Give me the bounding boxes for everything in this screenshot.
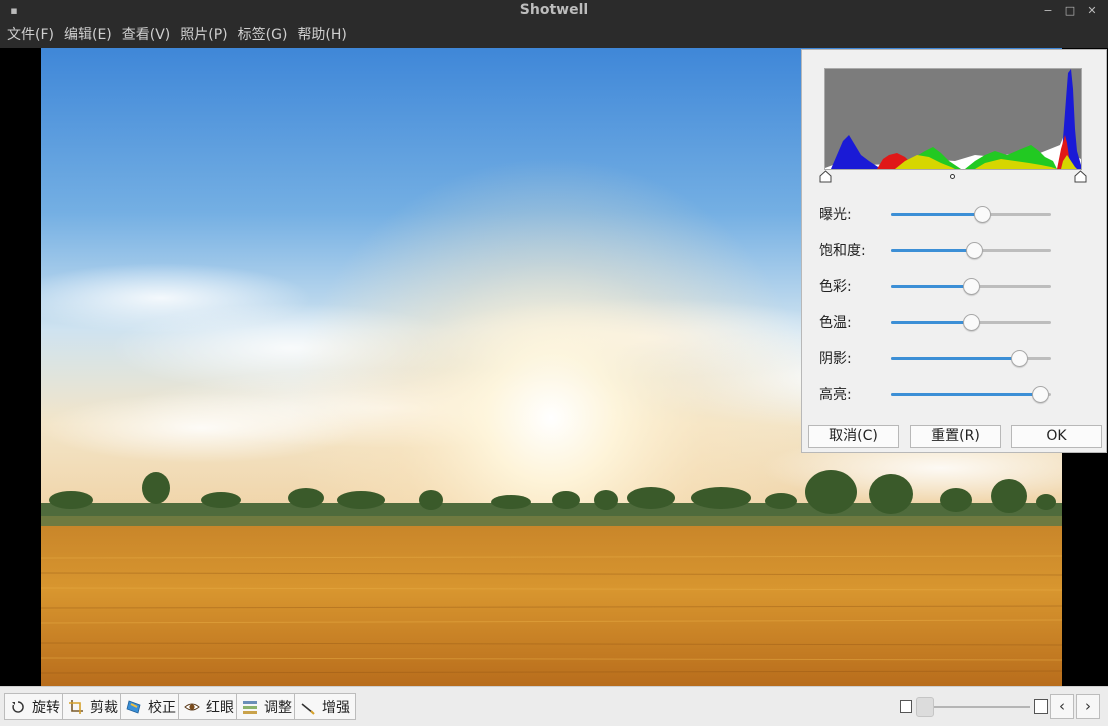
adjust-icon — [243, 700, 257, 714]
zoom-slider-thumb[interactable] — [916, 697, 934, 717]
adjust-label: 调整 — [264, 699, 292, 716]
tint-slider[interactable] — [891, 278, 1051, 295]
zoom-control — [896, 695, 1052, 719]
shadows-label: 阴影: — [819, 351, 852, 367]
tint-slider-fill — [891, 285, 971, 288]
tint-slider-thumb[interactable] — [963, 278, 980, 295]
temperature-slider[interactable] — [891, 314, 1051, 331]
menu-file[interactable]: 文件(F) — [2, 22, 59, 48]
minimize-button[interactable]: − — [1040, 3, 1056, 19]
histogram-left-handle-icon[interactable] — [819, 170, 832, 183]
saturation-slider[interactable] — [891, 242, 1051, 259]
shadows-slider-row: 阴影: — [819, 346, 1069, 370]
bottom-toolbar: 旋转 剪裁 校正 红眼 调整 增强 ‹ › — [0, 686, 1108, 726]
redeye-label: 红眼 — [206, 699, 234, 716]
previous-photo-button[interactable]: ‹ — [1050, 694, 1074, 719]
enhance-label: 增强 — [322, 699, 350, 716]
saturation-slider-thumb[interactable] — [966, 242, 984, 259]
ok-button[interactable]: OK — [1011, 425, 1102, 448]
crop-icon — [69, 699, 83, 714]
straighten-button[interactable]: 校正 — [120, 693, 182, 720]
menu-view[interactable]: 查看(V) — [117, 22, 176, 48]
highlights-slider-row: 高亮: — [819, 382, 1069, 406]
next-photo-button[interactable]: › — [1076, 694, 1100, 719]
exposure-slider-fill — [891, 213, 983, 216]
saturation-slider-row: 饱和度: — [819, 238, 1069, 262]
menu-edit[interactable]: 编辑(E) — [59, 22, 117, 48]
zoom-out-icon[interactable] — [900, 700, 912, 713]
straighten-icon — [126, 699, 141, 714]
close-button[interactable]: ✕ — [1084, 3, 1100, 19]
eye-icon — [184, 703, 200, 710]
highlights-slider-thumb[interactable] — [1031, 386, 1049, 403]
shadows-slider[interactable] — [891, 350, 1051, 367]
highlights-slider[interactable] — [891, 386, 1051, 403]
redeye-button[interactable]: 红眼 — [178, 693, 240, 720]
magic-wand-icon — [301, 702, 315, 715]
panel-button-row: 取消(C) 重置(R) OK — [808, 425, 1102, 449]
rotate-label: 旋转 — [32, 699, 60, 716]
adjust-panel: 曝光: 饱和度: 色彩: 色温: 阴影: 高亮: 取消(C) 重置(R) OK — [801, 49, 1107, 453]
straighten-label: 校正 — [148, 699, 176, 716]
crop-label: 剪裁 — [90, 699, 118, 716]
exposure-label: 曝光: — [819, 207, 852, 223]
cancel-button[interactable]: 取消(C) — [808, 425, 899, 448]
tint-slider-row: 色彩: — [819, 274, 1069, 298]
saturation-label: 饱和度: — [819, 243, 866, 259]
adjust-button[interactable]: 调整 — [236, 693, 298, 720]
crop-button[interactable]: 剪裁 — [62, 693, 124, 720]
zoom-in-icon[interactable] — [1034, 699, 1048, 714]
temperature-slider-row: 色温: — [819, 310, 1069, 334]
enhance-button[interactable]: 增强 — [294, 693, 356, 720]
rotate-icon — [12, 700, 24, 713]
title-bar: ▪ Shotwell − □ ✕ — [0, 0, 1108, 22]
temperature-slider-fill — [891, 321, 971, 324]
maximize-button[interactable]: □ — [1062, 3, 1078, 19]
reset-button[interactable]: 重置(R) — [910, 425, 1001, 448]
shadows-slider-fill — [891, 357, 1019, 360]
shadows-slider-thumb[interactable] — [1011, 350, 1028, 367]
menu-photo[interactable]: 照片(P) — [175, 22, 232, 48]
menu-tags[interactable]: 标签(G) — [233, 22, 293, 48]
histogram-midpoint-icon[interactable] — [950, 174, 955, 179]
saturation-slider-fill — [891, 249, 975, 252]
temperature-slider-thumb[interactable] — [963, 314, 980, 331]
rotate-button[interactable]: 旋转 — [4, 693, 66, 720]
tint-label: 色彩: — [819, 279, 852, 295]
temperature-label: 色温: — [819, 315, 852, 331]
histogram-right-handle-icon[interactable] — [1074, 170, 1087, 183]
zoom-slider[interactable] — [918, 706, 1030, 708]
histogram — [824, 68, 1082, 170]
window-title: Shotwell — [519, 2, 589, 18]
exposure-slider[interactable] — [891, 206, 1051, 223]
menu-help[interactable]: 帮助(H) — [292, 22, 351, 48]
menu-bar: 文件(F) 编辑(E) 查看(V) 照片(P) 标签(G) 帮助(H) — [0, 22, 1108, 48]
highlights-label: 高亮: — [819, 387, 852, 403]
exposure-slider-row: 曝光: — [819, 202, 1069, 226]
highlights-slider-fill — [891, 393, 1040, 396]
exposure-slider-thumb[interactable] — [974, 206, 992, 223]
